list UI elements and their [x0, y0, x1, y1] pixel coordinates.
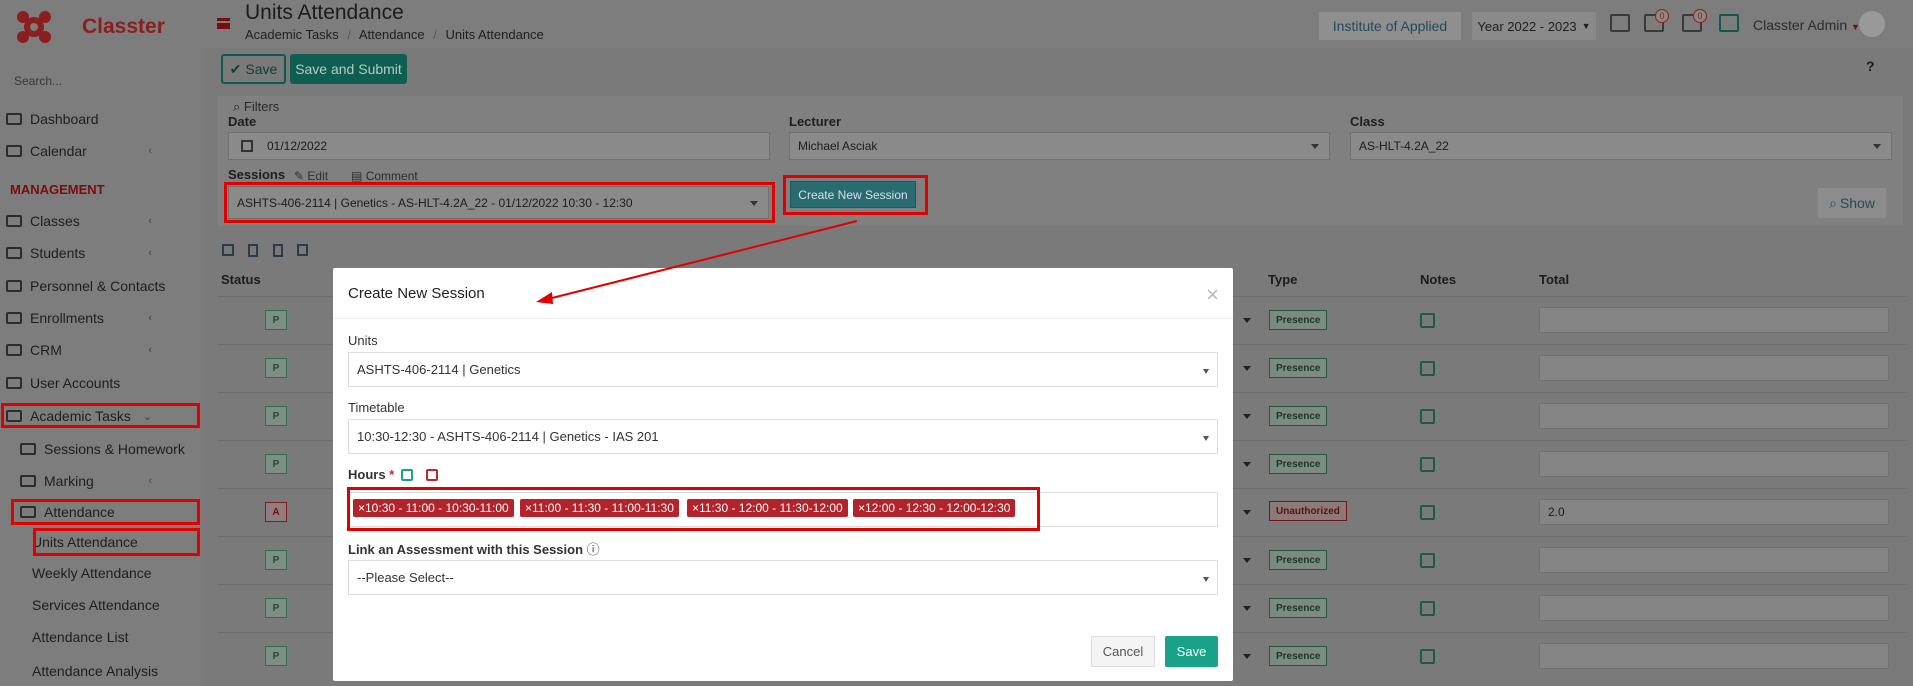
annotation-arrow	[536, 220, 858, 304]
